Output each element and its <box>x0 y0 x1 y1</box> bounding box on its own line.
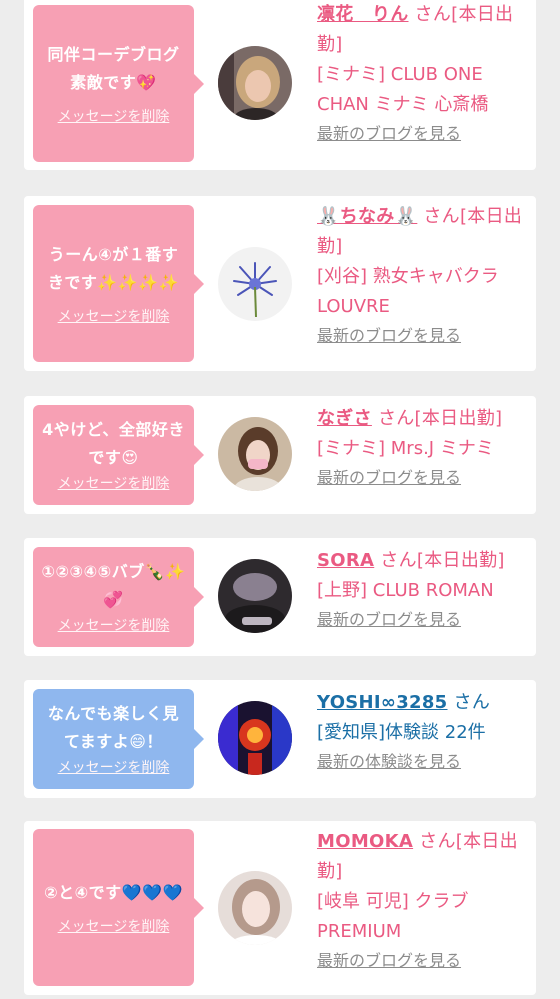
avatar-image <box>218 701 292 775</box>
message-bubble: 同伴コーデブログ素敵です💖 メッセージを削除 <box>33 5 204 162</box>
message-text: 4やけど、全部好きです😍 <box>42 420 185 467</box>
sender-name-link[interactable]: MOMOKA <box>317 831 413 852</box>
sender-status: さん <box>453 692 491 713</box>
store-info: [愛知県]体験談 22件 <box>317 722 486 743</box>
message-text: ②と④です💙💙💙 <box>44 882 183 902</box>
message-bubble: 4やけど、全部好きです😍 メッセージを削除 <box>33 405 204 505</box>
store-info: [ミナミ] CLUB ONE CHAN ミナミ 心斎橋 <box>317 64 489 115</box>
delete-message-link[interactable]: メッセージを削除 <box>58 307 170 327</box>
latest-blog-link[interactable]: 最新のブログを見る <box>317 322 461 350</box>
sender-name-link[interactable]: 凛花 りん <box>317 4 409 25</box>
latest-review-link[interactable]: 最新の体験談を見る <box>317 748 461 776</box>
sender-status: さん[本日出勤] <box>380 550 505 571</box>
message-bubble: なんでも楽しく見てますよ😄！ メッセージを削除 <box>33 689 204 789</box>
avatar[interactable] <box>218 46 292 120</box>
sender-status: さん[本日出勤] <box>377 408 503 429</box>
message-text: 同伴コーデブログ素敵です💖 <box>47 44 180 92</box>
sender-info: YOSHI∞3285 さん [愛知県]体験談 22件 最新の体験談を見る <box>317 688 532 776</box>
message-text: うーん④が１番すきです✨✨✨✨ <box>47 244 180 292</box>
sender-name-link[interactable]: なぎさ <box>317 408 372 429</box>
sender-info: SORA さん[本日出勤] [上野] CLUB ROMAN 最新のブログを見る <box>317 546 532 634</box>
latest-blog-link[interactable]: 最新のブログを見る <box>317 947 461 975</box>
sender-name-link[interactable]: YOSHI∞3285 <box>317 692 448 713</box>
message-card: うーん④が１番すきです✨✨✨✨ メッセージを削除 🐰ちなみ🐰 さん[本日出勤] … <box>24 196 536 371</box>
message-text: なんでも楽しく見てますよ😄！ <box>47 704 180 751</box>
avatar[interactable] <box>218 417 292 491</box>
store-info: [岐阜 可児] クラブ PREMIUM <box>317 891 469 942</box>
message-card: 4やけど、全部好きです😍 メッセージを削除 なぎさ さん[本日出勤] [ミナミ]… <box>24 396 536 514</box>
delete-message-link[interactable]: メッセージを削除 <box>58 917 170 937</box>
sender-info: 凛花 りん さん[本日出勤] [ミナミ] CLUB ONE CHAN ミナミ 心… <box>317 0 532 148</box>
avatar-image <box>218 871 292 945</box>
delete-message-link[interactable]: メッセージを削除 <box>58 616 170 636</box>
avatar-image <box>218 247 292 321</box>
avatar-image <box>218 559 292 633</box>
avatar-image <box>218 46 292 120</box>
delete-message-link[interactable]: メッセージを削除 <box>58 107 170 127</box>
avatar[interactable] <box>218 701 292 775</box>
store-info: [上野] CLUB ROMAN <box>317 580 494 601</box>
delete-message-link[interactable]: メッセージを削除 <box>58 474 170 494</box>
message-text: ①②③④⑤バブ🍾✨💞 <box>41 562 186 609</box>
avatar-image <box>218 417 292 491</box>
message-bubble: ①②③④⑤バブ🍾✨💞 メッセージを削除 <box>33 547 204 647</box>
latest-blog-link[interactable]: 最新のブログを見る <box>317 606 461 634</box>
latest-blog-link[interactable]: 最新のブログを見る <box>317 120 461 148</box>
sender-info: なぎさ さん[本日出勤] [ミナミ] Mrs.J ミナミ 最新のブログを見る <box>317 404 532 492</box>
avatar[interactable] <box>218 247 292 321</box>
message-card: ①②③④⑤バブ🍾✨💞 メッセージを削除 SORA さん[本日出勤] [上野] C… <box>24 538 536 656</box>
message-bubble: うーん④が１番すきです✨✨✨✨ メッセージを削除 <box>33 205 204 362</box>
delete-message-link[interactable]: メッセージを削除 <box>58 758 170 778</box>
sender-name-link[interactable]: 🐰ちなみ🐰 <box>317 206 417 227</box>
sender-name-link[interactable]: SORA <box>317 550 374 571</box>
avatar[interactable] <box>218 871 292 945</box>
store-info: [ミナミ] Mrs.J ミナミ <box>317 438 494 459</box>
message-card: なんでも楽しく見てますよ😄！ メッセージを削除 YOSHI∞3285 さん [愛… <box>24 680 536 798</box>
sender-info: MOMOKA さん[本日出勤] [岐阜 可児] クラブ PREMIUM 最新のブ… <box>317 827 532 975</box>
message-list: 同伴コーデブログ素敵です💖 メッセージを削除 凛花 りん さん[本日出勤] [ミ… <box>0 0 560 999</box>
latest-blog-link[interactable]: 最新のブログを見る <box>317 464 461 492</box>
message-card: 同伴コーデブログ素敵です💖 メッセージを削除 凛花 りん さん[本日出勤] [ミ… <box>24 0 536 170</box>
store-info: [刈谷] 熟女キャバクラ LOUVRE <box>317 266 499 317</box>
sender-info: 🐰ちなみ🐰 さん[本日出勤] [刈谷] 熟女キャバクラ LOUVRE 最新のブロ… <box>317 202 532 350</box>
message-bubble: ②と④です💙💙💙 メッセージを削除 <box>33 829 204 986</box>
message-card: ②と④です💙💙💙 メッセージを削除 MOMOKA さん[本日出勤] [岐阜 可児… <box>24 821 536 995</box>
avatar[interactable] <box>218 559 292 633</box>
